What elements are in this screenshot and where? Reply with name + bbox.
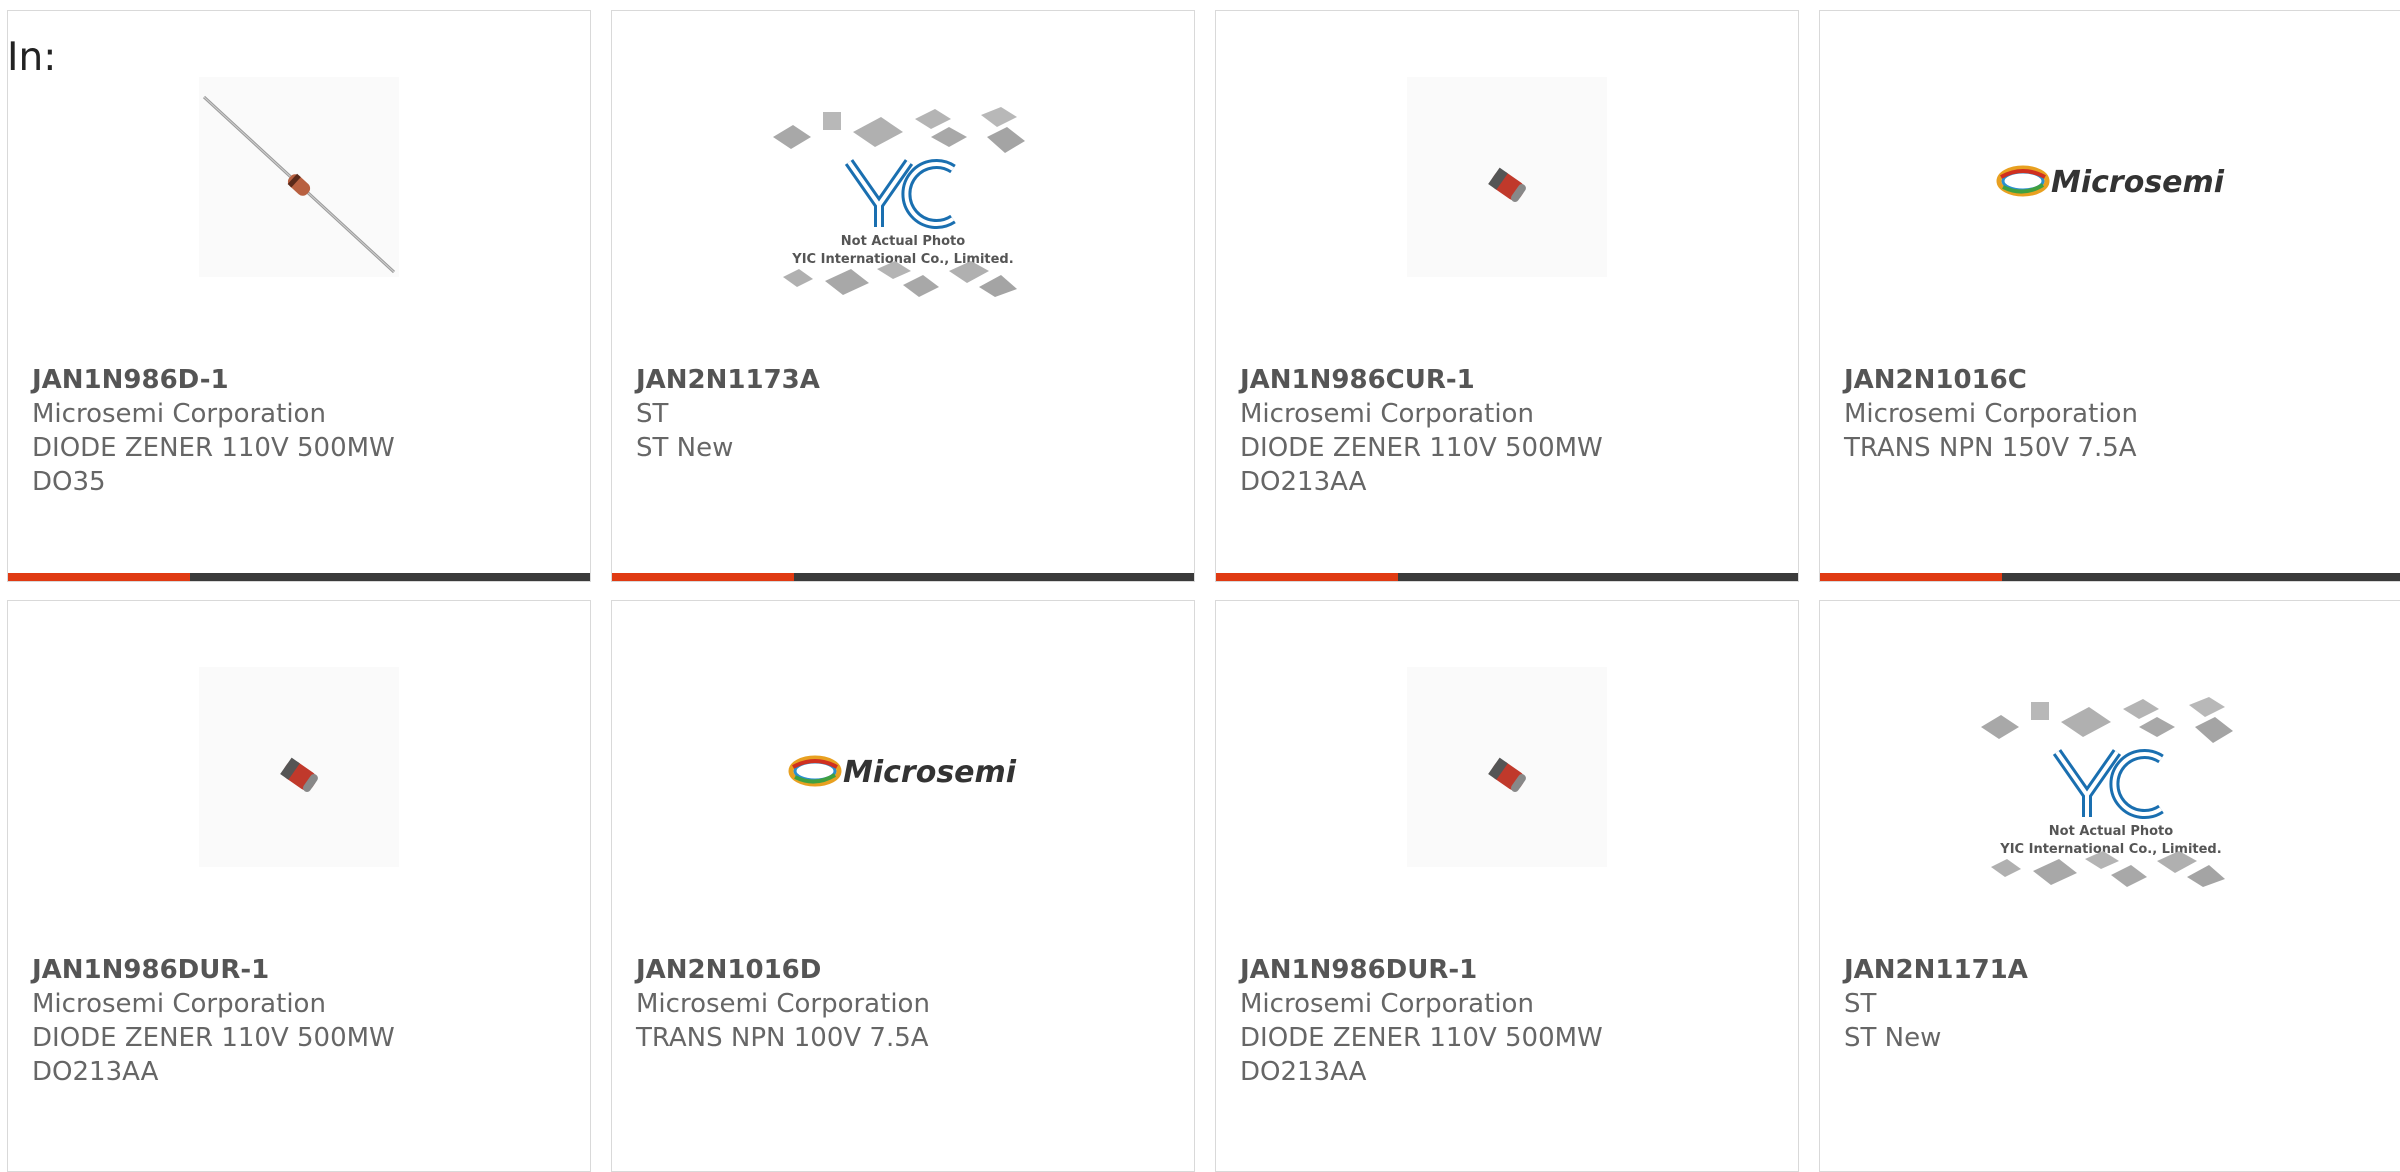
product-card[interactable]: Microsemi JAN2N1016D Microsemi Corporati… — [611, 600, 1195, 1172]
package: DO213AA — [1240, 467, 1367, 497]
package: DO213AA — [32, 1057, 159, 1087]
card-bar — [1820, 573, 2400, 581]
package: DO35 — [32, 467, 106, 497]
melf-diode-icon — [1357, 647, 1657, 887]
description: DIODE ZENER 110V 500MW — [32, 433, 395, 463]
manufacturer: Microsemi Corporation — [32, 989, 326, 1019]
product-card[interactable]: Not Actual Photo YIC International Co., … — [611, 10, 1195, 582]
placeholder-caption-line2: YIC International Co., Limited. — [791, 252, 1013, 267]
description: ST New — [636, 433, 734, 463]
microsemi-logo-text: Microsemi — [843, 755, 1017, 790]
part-number-link[interactable]: JAN2N1016D — [636, 953, 1174, 987]
manufacturer: Microsemi Corporation — [1240, 989, 1534, 1019]
description: DIODE ZENER 110V 500MW — [1240, 433, 1603, 463]
card-bar-accent — [612, 573, 794, 581]
in-label: In: — [7, 35, 57, 80]
part-number-link[interactable]: JAN1N986CUR-1 — [1240, 363, 1778, 397]
manufacturer: Microsemi Corporation — [1844, 399, 2138, 429]
package: DO213AA — [1240, 1057, 1367, 1087]
manufacturer: Microsemi Corporation — [32, 399, 326, 429]
card-bar — [1216, 573, 1798, 581]
product-card[interactable]: JAN1N986CUR-1 Microsemi Corporation DIOD… — [1215, 10, 1799, 582]
microsemi-logo: Microsemi — [753, 647, 1053, 887]
microsemi-logo: Microsemi — [1961, 57, 2261, 297]
part-number-link[interactable]: JAN2N1016C — [1844, 363, 2382, 397]
product-card[interactable]: Microsemi JAN2N1016C Microsemi Corporati… — [1819, 10, 2400, 582]
manufacturer: ST — [1844, 989, 1877, 1019]
placeholder-caption-line2: YIC International Co., Limited. — [1999, 842, 2221, 857]
part-number-link[interactable]: JAN2N1173A — [636, 363, 1174, 397]
manufacturer: Microsemi Corporation — [1240, 399, 1534, 429]
placeholder-caption-line1: Not Actual Photo — [2049, 824, 2173, 839]
melf-diode-icon — [1357, 57, 1657, 297]
description: TRANS NPN 100V 7.5A — [636, 1023, 929, 1053]
part-number-link[interactable]: JAN1N986DUR-1 — [1240, 953, 1778, 987]
description: DIODE ZENER 110V 500MW — [32, 1023, 395, 1053]
part-number-link[interactable]: JAN2N1171A — [1844, 953, 2382, 987]
card-bar-accent — [1216, 573, 1398, 581]
description: DIODE ZENER 110V 500MW — [1240, 1023, 1603, 1053]
description: TRANS NPN 150V 7.5A — [1844, 433, 2137, 463]
placeholder-photo-icon: Not Actual Photo YIC International Co., … — [1961, 647, 2261, 887]
card-bar-accent — [8, 573, 190, 581]
axial-diode-icon — [149, 57, 449, 297]
melf-diode-icon — [149, 647, 449, 887]
product-card[interactable]: JAN1N986DUR-1 Microsemi Corporation DIOD… — [1215, 600, 1799, 1172]
placeholder-caption-line1: Not Actual Photo — [841, 234, 965, 249]
card-bar — [8, 573, 590, 581]
product-card[interactable]: Not Actual Photo YIC International Co., … — [1819, 600, 2400, 1172]
description: ST New — [1844, 1023, 1942, 1053]
manufacturer: ST — [636, 399, 669, 429]
product-grid: JAN1N986D-1 Microsemi Corporation DIODE … — [0, 0, 2400, 1172]
part-number-link[interactable]: JAN1N986DUR-1 — [32, 953, 570, 987]
product-card[interactable]: JAN1N986D-1 Microsemi Corporation DIODE … — [7, 10, 591, 582]
microsemi-logo-text: Microsemi — [2051, 165, 2225, 200]
part-number-link[interactable]: JAN1N986D-1 — [32, 363, 570, 397]
manufacturer: Microsemi Corporation — [636, 989, 930, 1019]
product-card[interactable]: JAN1N986DUR-1 Microsemi Corporation DIOD… — [7, 600, 591, 1172]
placeholder-photo-icon: Not Actual Photo YIC International Co., … — [753, 57, 1053, 297]
card-bar — [612, 573, 1194, 581]
card-bar-accent — [1820, 573, 2002, 581]
